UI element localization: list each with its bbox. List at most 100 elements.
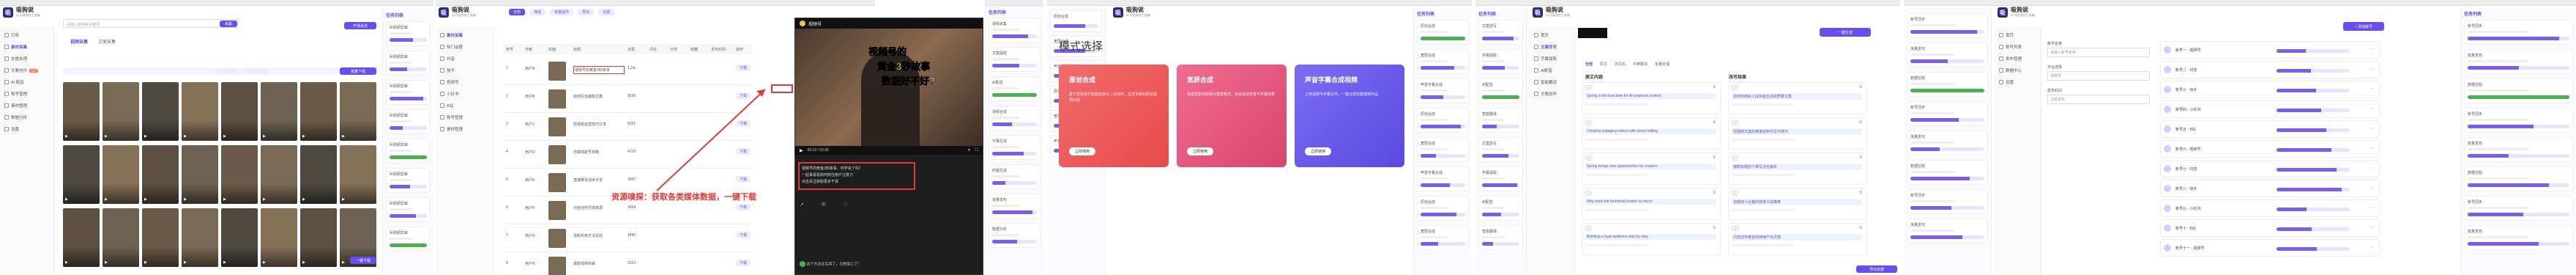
- video-thumbnail[interactable]: ▶: [142, 208, 179, 267]
- sidebar-item[interactable]: 快手: [440, 65, 489, 76]
- sidebar-item[interactable]: B站: [440, 100, 489, 111]
- row-download-button[interactable]: 下载: [736, 232, 751, 238]
- account-list-item[interactable]: 账号八 · 快手 ⋯: [2160, 180, 2380, 197]
- task-card[interactable]: 宽屏合成: [1417, 225, 1469, 250]
- rewrite-item[interactable]: 5 ⧉ Spring brings new opportunities for cr…: [1582, 153, 1721, 185]
- task-card[interactable]: 数据分析: [989, 223, 1041, 248]
- video-thumbnail[interactable]: ▶: [103, 145, 139, 204]
- task-card[interactable]: 字幕提取: [1478, 49, 1523, 74]
- video-thumbnail[interactable]: ▶: [182, 145, 218, 204]
- task-card[interactable]: 字幕提取: [1478, 166, 1523, 191]
- account-list-item[interactable]: 账号六 · 视频号 ⋯: [2160, 140, 2380, 158]
- table-row[interactable]: 8 用户H 爆款视频拆解 1523 下载: [503, 254, 752, 275]
- copy-icon[interactable]: ⧉: [1859, 120, 1862, 125]
- sidebar-item[interactable]: 热门话题: [440, 41, 489, 53]
- sidebar-item[interactable]: 文案改写: [1534, 41, 1570, 53]
- task-card[interactable]: 批量发布: [2464, 225, 2573, 250]
- generate-button[interactable]: 一键生成: [1820, 28, 1871, 37]
- task-card[interactable]: 批量发布: [2464, 137, 2573, 162]
- task-card[interactable]: 封面生成: [989, 164, 1041, 189]
- filter-tab[interactable]: 改写后: [1615, 62, 1626, 67]
- mode-card-button[interactable]: 立即使用: [1069, 147, 1096, 155]
- like-icon[interactable]: ♡: [844, 202, 848, 208]
- sidebar-item-voice[interactable]: AI 配音: [4, 76, 49, 88]
- fullscreen-icon[interactable]: ⛶: [975, 148, 978, 153]
- account-list-item[interactable]: 账号一 · 视频号 ⋯: [2160, 41, 2380, 59]
- more-icon[interactable]: ⋯: [2370, 185, 2375, 191]
- rewrite-item[interactable]: 6 ⧉ 爆款标题的十种写法全解析: [1728, 153, 1867, 185]
- copy-icon[interactable]: ⧉: [1713, 155, 1716, 160]
- filter-tab[interactable]: 批量处理: [1655, 62, 1669, 67]
- volume-icon[interactable]: ◐: [968, 148, 971, 153]
- more-icon[interactable]: ⋯: [2370, 125, 2375, 131]
- video-thumbnail[interactable]: ▶: [221, 145, 258, 204]
- tab-video-collect[interactable]: 视频采集: [70, 38, 88, 45]
- copy-icon[interactable]: ⧉: [1859, 191, 1862, 195]
- filter-tab[interactable]: 中英翻译: [1633, 62, 1648, 67]
- sidebar-item[interactable]: 账号管理: [440, 111, 489, 123]
- video-thumbnail[interactable]: ▶: [142, 145, 179, 204]
- task-card[interactable]: 智能翻译: [1478, 225, 1523, 250]
- account-list-item[interactable]: 账号二 · 抖音 ⋯: [2160, 61, 2380, 78]
- task-card[interactable]: 文案提取: [989, 47, 1041, 72]
- more-icon[interactable]: ⋯: [2370, 46, 2375, 52]
- video-thumbnail[interactable]: ▶: [103, 82, 139, 141]
- sidebar-item[interactable]: 首页: [1999, 29, 2036, 41]
- more-icon[interactable]: ⋯: [2370, 66, 2375, 72]
- form-field[interactable]: 请输入账号名称: [2047, 48, 2150, 57]
- task-card[interactable]: 宽屏合成: [1417, 137, 1469, 162]
- filter-tab[interactable]: 全部: [1585, 62, 1593, 67]
- sidebar-item-accounts[interactable]: 账号管理: [4, 88, 49, 100]
- task-card[interactable]: 数据拉取: [1907, 72, 1988, 97]
- copy-icon[interactable]: ⧉: [1859, 226, 1862, 230]
- rewrite-item[interactable]: 9 ⧉ Building a loyal audience step by step: [1582, 223, 1721, 255]
- account-list-item[interactable]: 账号十一 · 视频号 ⋯: [2160, 239, 2380, 257]
- video-thumbnail[interactable]: ▶: [340, 82, 376, 141]
- sidebar-item[interactable]: 发布管理: [1999, 53, 2036, 65]
- account-list-item[interactable]: 账号三 · 快手 ⋯: [2160, 81, 2380, 98]
- search-input[interactable]: 请输入链接或关键词: [67, 22, 100, 27]
- account-list-item[interactable]: 账号十 · B站 ⋯: [2160, 219, 2380, 237]
- task-card[interactable]: 账号同步: [2464, 108, 2573, 133]
- row-download-button[interactable]: 下载: [736, 65, 751, 71]
- more-icon[interactable]: ⋯: [2370, 165, 2375, 171]
- video-thumbnail[interactable]: ▶: [261, 82, 297, 141]
- rewrite-item[interactable]: 4 ⧉ 短视频文案的黄金结构与写作技巧: [1728, 117, 1867, 150]
- mode-card-original[interactable]: 原创合成 基于素材进行智能剪辑与二次创作，生成全新的原创视频内容 立即使用: [1059, 65, 1169, 167]
- task-card[interactable]: 视频合成: [989, 106, 1041, 131]
- task-card[interactable]: AI配音: [1478, 78, 1523, 103]
- rewrite-item[interactable]: 7 ⧉ Why does the thumbnail matter so much: [1582, 188, 1721, 220]
- task-card[interactable]: AI视频剪辑: [386, 80, 431, 105]
- account-list-item[interactable]: 账号九 · 小红书 ⋯: [2160, 199, 2380, 217]
- video-thumbnail[interactable]: ▶: [261, 208, 297, 267]
- more-icon[interactable]: ⋯: [2370, 106, 2375, 111]
- export-all-button[interactable]: 导出全部: [1856, 265, 1897, 273]
- toolbar-button[interactable]: 筛选: [529, 9, 546, 15]
- sidebar-item[interactable]: 智能翻译: [1534, 76, 1570, 88]
- task-card[interactable]: 批量发布: [2464, 49, 2573, 74]
- rewrite-item[interactable]: 1 ⧉ Spring is the best time for AI-powered…: [1582, 82, 1721, 114]
- task-card[interactable]: 文案改写: [1478, 20, 1523, 45]
- comment-icon[interactable]: ✉: [822, 202, 826, 208]
- task-card[interactable]: AI视频剪辑: [386, 227, 431, 252]
- form-field[interactable]: 立即发布: [2047, 95, 2150, 104]
- row-download-button[interactable]: 下载: [736, 204, 751, 210]
- sidebar-item[interactable]: 账号列表: [1999, 41, 2036, 53]
- mode-card-button[interactable]: 立即使用: [1305, 147, 1332, 155]
- play-icon[interactable]: ▶: [800, 148, 803, 153]
- toolbar-button[interactable]: 设置: [598, 9, 615, 15]
- table-row[interactable]: 7 用户G 涨粉实用方法总结 1890 下载: [503, 226, 752, 252]
- rewrite-item[interactable]: 3 ⧉ Creating engaging videos with smart ed…: [1582, 117, 1721, 150]
- task-card[interactable]: 数据拉取: [2464, 78, 2573, 103]
- task-card[interactable]: 文案改写: [1478, 137, 1523, 162]
- copy-icon[interactable]: ⧉: [1713, 226, 1716, 230]
- video-thumbnail[interactable]: ▶: [300, 82, 337, 141]
- video-thumbnail[interactable]: ▶: [221, 208, 258, 267]
- task-card[interactable]: AI视频剪辑: [386, 139, 431, 164]
- filter-chip[interactable]: [217, 68, 239, 74]
- video-thumbnail[interactable]: ▶: [103, 208, 139, 267]
- task-card[interactable]: AI配音: [1478, 196, 1523, 221]
- task-card[interactable]: 数据拉取: [1907, 160, 1988, 185]
- sidebar-item[interactable]: 首页: [1534, 29, 1570, 41]
- video-thumbnail[interactable]: ▶: [221, 82, 258, 141]
